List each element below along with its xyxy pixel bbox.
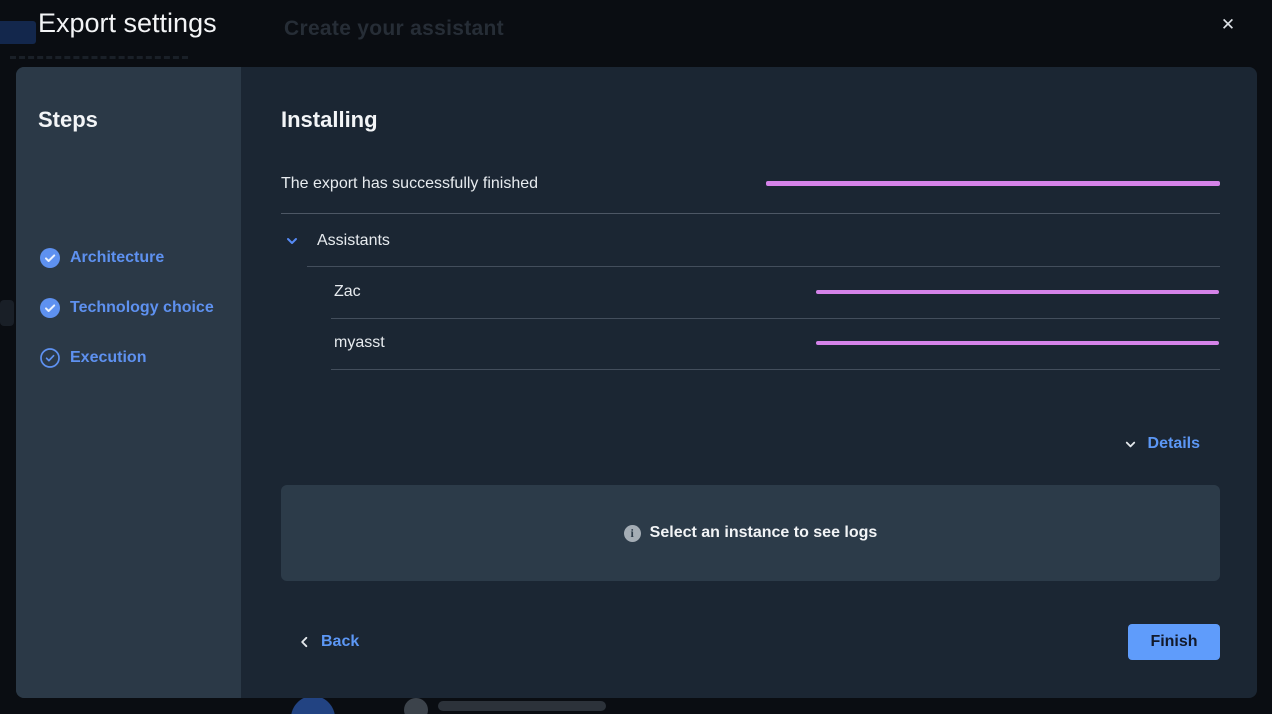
divider bbox=[331, 318, 1220, 319]
divider bbox=[331, 369, 1220, 370]
export-settings-modal: Steps Architecture Technology choice bbox=[16, 67, 1257, 698]
check-circle-filled-icon bbox=[40, 298, 60, 318]
dialog-title: Export settings bbox=[38, 8, 217, 39]
logs-panel: i Select an instance to see logs bbox=[281, 485, 1220, 581]
chevron-left-icon bbox=[298, 635, 311, 649]
step-item-technology-choice[interactable]: Technology choice bbox=[40, 296, 214, 320]
dimmed-background-avatar bbox=[291, 696, 335, 714]
step-label: Architecture bbox=[70, 249, 164, 267]
assistant-progress-bar bbox=[816, 341, 1219, 345]
check-circle-outline-icon bbox=[40, 348, 60, 368]
overall-progress-bar bbox=[766, 181, 1220, 186]
dimmed-background-avatar bbox=[404, 698, 428, 714]
logs-panel-message: Select an instance to see logs bbox=[650, 524, 878, 542]
details-toggle[interactable]: Details bbox=[1124, 433, 1200, 455]
step-item-execution[interactable]: Execution bbox=[40, 346, 146, 370]
details-label: Details bbox=[1148, 435, 1200, 453]
check-circle-filled-icon bbox=[40, 248, 60, 268]
dimmed-background-button bbox=[0, 21, 36, 44]
back-button[interactable]: Back bbox=[298, 631, 359, 653]
step-label: Technology choice bbox=[70, 299, 214, 317]
export-settings-overlay: Create your assistant Export settings ✕ … bbox=[0, 0, 1272, 714]
installing-panel: Installing The export has successfully f… bbox=[241, 67, 1257, 698]
close-button[interactable]: ✕ bbox=[1213, 10, 1243, 40]
step-label: Execution bbox=[70, 349, 146, 367]
assistant-row-zac[interactable]: Zac bbox=[334, 283, 361, 301]
dimmed-background-title: Create your assistant bbox=[284, 17, 504, 41]
assistants-section-label: Assistants bbox=[317, 232, 390, 250]
info-icon: i bbox=[624, 525, 641, 542]
dimmed-background-blob bbox=[0, 300, 14, 326]
assistant-row-myasst[interactable]: myasst bbox=[334, 334, 385, 352]
assistant-progress-bar bbox=[816, 290, 1219, 294]
finish-button[interactable]: Finish bbox=[1128, 624, 1220, 660]
page-title: Installing bbox=[281, 107, 378, 133]
steps-sidebar: Steps Architecture Technology choice bbox=[16, 67, 241, 698]
steps-title: Steps bbox=[38, 107, 98, 133]
divider bbox=[281, 213, 1220, 214]
chevron-down-icon bbox=[285, 234, 299, 248]
status-text: The export has successfully finished bbox=[281, 175, 538, 193]
back-label: Back bbox=[321, 633, 359, 651]
assistants-section-toggle[interactable]: Assistants bbox=[285, 229, 390, 253]
chevron-down-icon bbox=[1124, 438, 1137, 451]
divider bbox=[307, 266, 1220, 267]
close-icon: ✕ bbox=[1221, 15, 1235, 35]
dimmed-background-dashes bbox=[10, 56, 188, 59]
dimmed-background-text bbox=[438, 701, 606, 711]
step-item-architecture[interactable]: Architecture bbox=[40, 246, 164, 270]
